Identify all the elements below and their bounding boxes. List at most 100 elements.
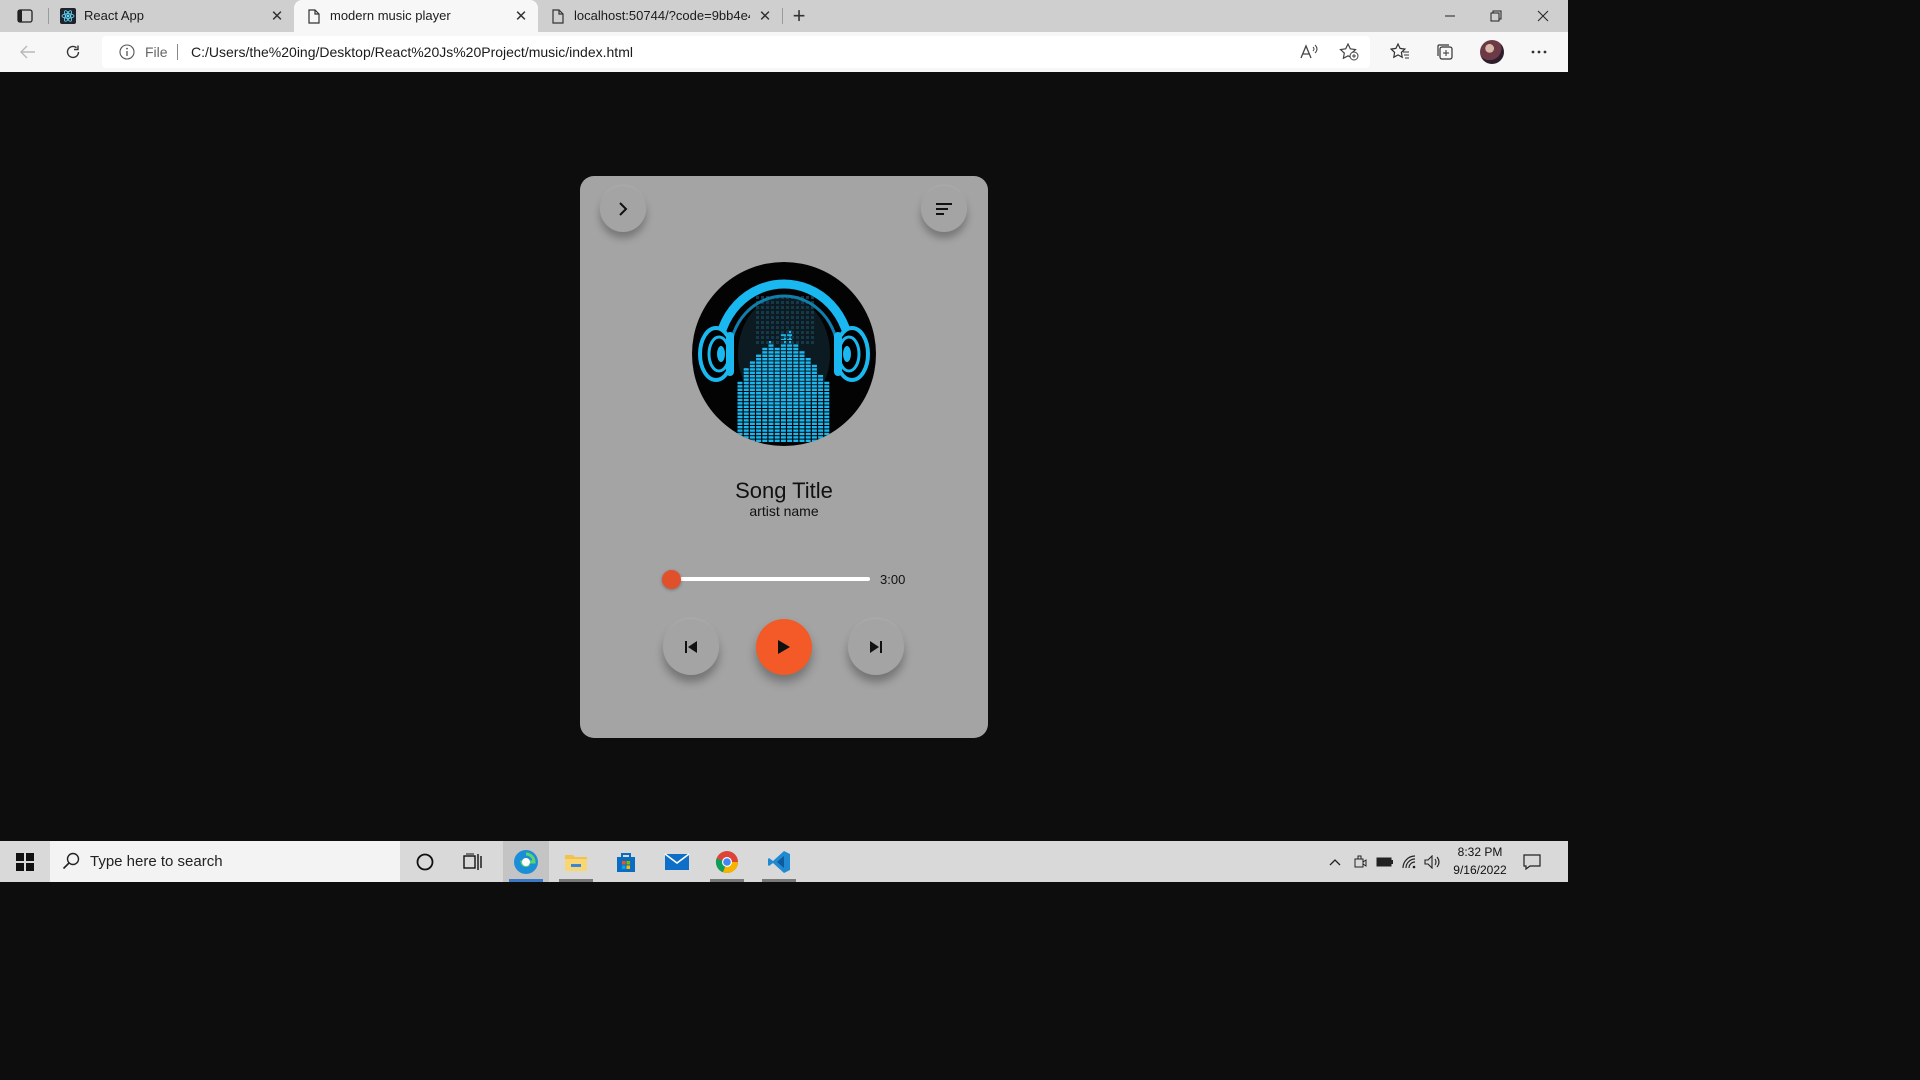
close-icon — [1537, 10, 1549, 22]
tab-strip: React App ✕ modern music player ✕ localh… — [0, 0, 1568, 32]
network-button[interactable] — [1399, 841, 1421, 882]
duration-label: 3:00 — [880, 572, 906, 587]
close-icon[interactable]: ✕ — [268, 7, 286, 25]
next-track-button[interactable] — [848, 619, 904, 675]
new-tab-button[interactable]: + — [786, 3, 812, 28]
task-view-icon — [463, 853, 482, 870]
progress-slider-thumb[interactable] — [662, 570, 681, 589]
skip-next-icon — [870, 641, 882, 653]
page-icon — [306, 8, 322, 24]
refresh-icon — [66, 45, 80, 59]
tab-react-app[interactable]: React App ✕ — [48, 0, 294, 32]
read-aloud-button[interactable] — [1298, 42, 1320, 62]
battery-icon — [1376, 857, 1393, 866]
add-favorite-button[interactable] — [1338, 42, 1360, 62]
skip-previous-icon — [685, 641, 697, 653]
action-center-button[interactable] — [1520, 851, 1544, 873]
camera-icon — [1354, 855, 1367, 867]
show-hidden-icons-button[interactable] — [1325, 841, 1345, 882]
song-title: Song Title — [735, 478, 833, 503]
clock-time: 8:32 PM — [1457, 845, 1503, 859]
play-button[interactable] — [756, 619, 812, 675]
close-window-button[interactable] — [1520, 0, 1566, 32]
windows-logo-icon — [16, 852, 34, 871]
edge-taskbar-button[interactable] — [503, 841, 549, 882]
chrome-button[interactable] — [704, 841, 750, 882]
divider — [177, 44, 178, 60]
refresh-button[interactable] — [57, 38, 89, 66]
back-button[interactable] — [12, 38, 44, 66]
vscode-button[interactable] — [756, 841, 802, 882]
mail-button[interactable] — [654, 841, 700, 882]
store-button[interactable] — [603, 841, 649, 882]
address-bar[interactable]: File C:/Users/the%20ing/Desktop/React%20… — [102, 36, 1370, 68]
vscode-icon — [768, 850, 790, 873]
react-icon — [60, 8, 76, 24]
tab-localhost[interactable]: localhost:50744/?code=9bb4e46 ✕ — [538, 0, 782, 32]
profile-avatar[interactable] — [1480, 40, 1504, 64]
progress-slider[interactable] — [672, 577, 870, 581]
store-icon — [617, 852, 635, 872]
sort-lines-icon — [936, 203, 952, 215]
back-nav-button[interactable] — [600, 186, 646, 232]
favorites-button[interactable] — [1384, 38, 1416, 66]
star-plus-icon — [1339, 43, 1359, 61]
meet-now-button[interactable] — [1350, 841, 1370, 882]
headphones-equalizer-artwork — [698, 279, 870, 442]
close-icon[interactable]: ✕ — [756, 7, 774, 25]
cortana-icon — [416, 853, 434, 870]
chrome-icon — [715, 850, 739, 873]
play-icon — [778, 640, 790, 654]
file-explorer-button[interactable] — [553, 841, 599, 882]
search-icon — [62, 852, 80, 870]
task-view-button[interactable] — [450, 841, 496, 882]
tab-title: localhost:50744/?code=9bb4e46 — [574, 8, 750, 23]
tab-modern-music-player[interactable]: modern music player ✕ — [294, 0, 538, 32]
volume-button[interactable] — [1422, 841, 1444, 882]
restore-icon — [1490, 10, 1502, 22]
collections-icon — [1437, 44, 1453, 60]
previous-track-button[interactable] — [663, 619, 719, 675]
page-viewport: Song Title artist name 3:00 — [0, 72, 1568, 841]
collections-button[interactable] — [1429, 38, 1461, 66]
url-text[interactable]: C:/Users/the%20ing/Desktop/React%20Js%20… — [191, 44, 633, 60]
tab-actions-button[interactable] — [8, 4, 42, 28]
windows-taskbar: Type here to search 8:32 PM 9/16/2022 — [0, 841, 1568, 882]
tab-title: React App — [84, 8, 144, 23]
chevron-up-icon — [1329, 858, 1341, 865]
more-icon — [1531, 50, 1547, 54]
search-placeholder: Type here to search — [90, 853, 223, 870]
active-indicator — [710, 879, 744, 882]
scheme-label: File — [145, 44, 168, 60]
more-options-button[interactable] — [1523, 38, 1555, 66]
start-button[interactable] — [0, 841, 50, 882]
cortana-button[interactable] — [402, 841, 448, 882]
system-clock[interactable]: 8:32 PM 9/16/2022 — [1444, 843, 1516, 879]
restore-button[interactable] — [1473, 0, 1519, 32]
album-cover — [692, 262, 876, 446]
minimize-icon — [1445, 15, 1455, 17]
info-icon[interactable] — [118, 43, 136, 61]
wifi-icon — [1402, 854, 1416, 868]
battery-button[interactable] — [1374, 841, 1396, 882]
playlist-menu-button[interactable] — [921, 186, 967, 232]
tab-actions-icon — [17, 9, 33, 23]
browser-toolbar: File C:/Users/the%20ing/Desktop/React%20… — [0, 32, 1568, 73]
music-player-card: Song Title artist name 3:00 — [580, 176, 988, 738]
close-icon[interactable]: ✕ — [512, 7, 530, 25]
active-indicator — [509, 879, 543, 882]
artist-name: artist name — [749, 503, 819, 519]
notification-icon — [1523, 854, 1541, 870]
clock-date: 9/16/2022 — [1453, 863, 1507, 877]
chevron-right-icon — [619, 202, 628, 216]
favorites-icon — [1390, 43, 1409, 59]
mail-icon — [664, 852, 690, 870]
taskbar-search[interactable]: Type here to search — [50, 841, 400, 882]
file-explorer-icon — [565, 854, 587, 871]
tab-title: modern music player — [330, 8, 451, 23]
read-aloud-icon — [1300, 44, 1318, 59]
edge-icon — [514, 849, 538, 874]
speaker-icon — [1424, 854, 1440, 869]
minimize-button[interactable] — [1427, 0, 1473, 32]
tab-separator — [782, 8, 783, 24]
